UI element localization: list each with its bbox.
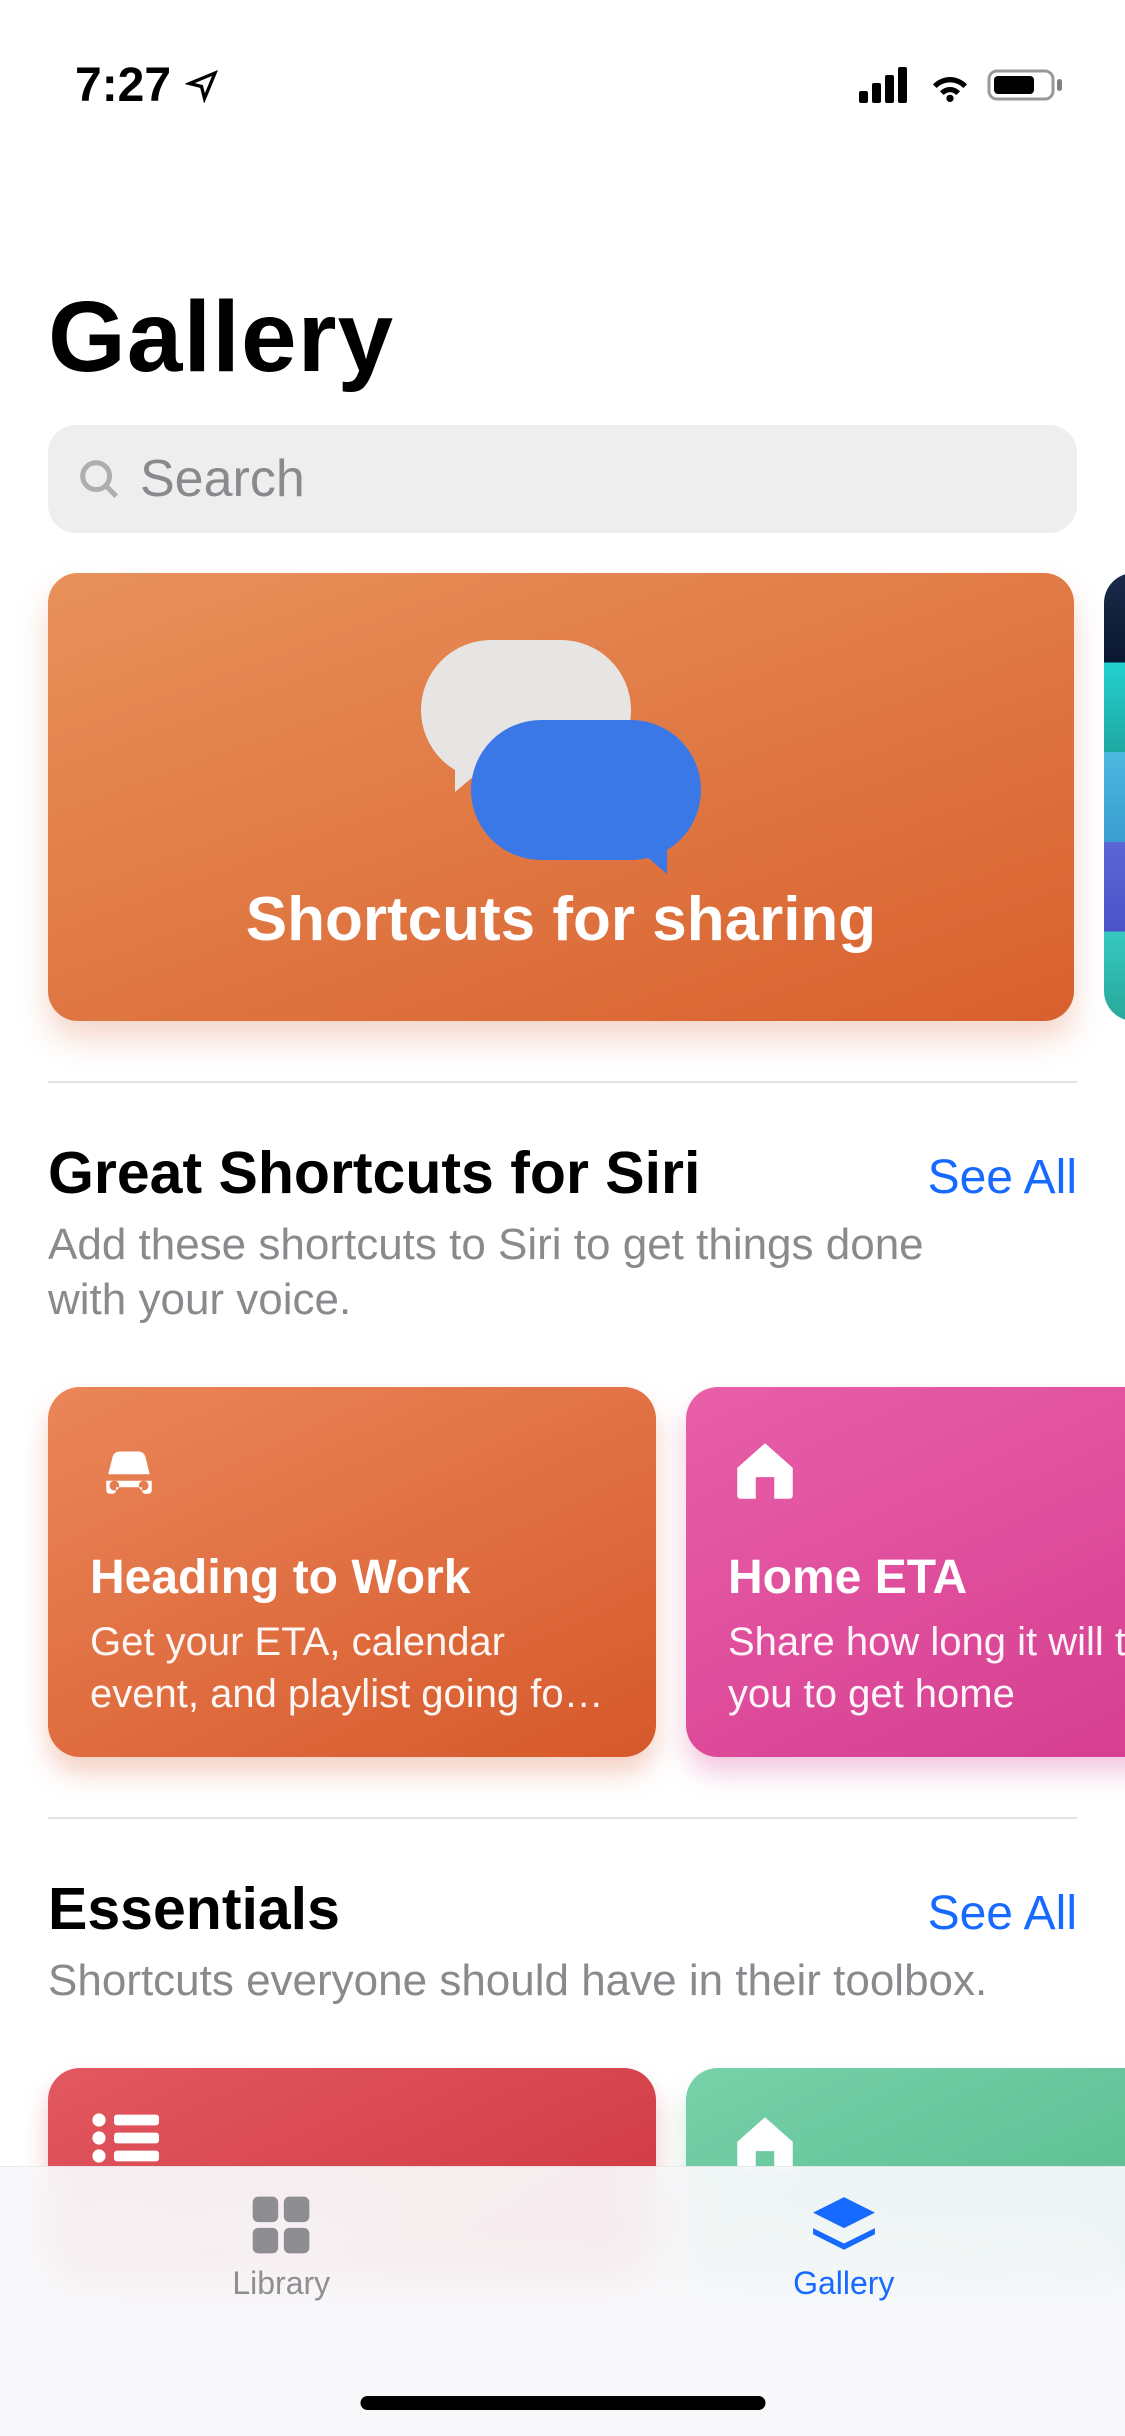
- library-grid-icon: [247, 2191, 315, 2259]
- section-subtitle: Add these shortcuts to Siri to get thing…: [48, 1217, 998, 1327]
- home-indicator[interactable]: [360, 2396, 765, 2410]
- location-arrow-icon: [185, 67, 221, 103]
- wifi-icon: [925, 67, 975, 103]
- search-field[interactable]: [48, 425, 1077, 533]
- list-icon: [90, 2108, 614, 2168]
- cellular-icon: [859, 67, 913, 103]
- search-input[interactable]: [140, 449, 1049, 509]
- tab-label: Gallery: [793, 2265, 894, 2302]
- see-all-link[interactable]: See All: [928, 1150, 1077, 1205]
- status-indicators: [859, 67, 1065, 103]
- shortcut-card-heading-to-work[interactable]: Heading to Work Get your ETA, calendar e…: [48, 1387, 656, 1757]
- shortcut-card-home-eta[interactable]: Home ETA Share how long it will take you…: [686, 1387, 1125, 1757]
- status-time: 7:27: [75, 58, 221, 113]
- page-title: Gallery: [0, 130, 1125, 425]
- see-all-link[interactable]: See All: [928, 1886, 1077, 1941]
- battery-icon: [987, 67, 1065, 103]
- section-title: Essentials: [48, 1875, 340, 1943]
- gallery-stack-icon: [806, 2191, 882, 2259]
- section-subtitle: Shortcuts everyone should have in their …: [48, 1953, 998, 2008]
- search-icon: [76, 456, 122, 502]
- hero-carousel[interactable]: Shortcuts for sharing: [0, 573, 1125, 1021]
- section-siri: Great Shortcuts for Siri See All Add the…: [0, 1083, 1125, 1757]
- car-icon: [90, 1427, 614, 1514]
- shortcut-title: Home ETA: [728, 1550, 1125, 1605]
- shortcut-desc: Get your ETA, calendar event, and playli…: [90, 1617, 614, 1717]
- shortcut-desc: Share how long it will take you to get h…: [728, 1617, 1125, 1717]
- hero-card-next[interactable]: [1104, 573, 1125, 1021]
- siri-card-strip[interactable]: Heading to Work Get your ETA, calendar e…: [48, 1387, 1077, 1757]
- hero-title: Shortcuts for sharing: [246, 884, 876, 955]
- home-icon: [728, 1427, 1125, 1514]
- hero-card-sharing[interactable]: Shortcuts for sharing: [48, 573, 1074, 1021]
- status-bar: 7:27: [0, 0, 1125, 130]
- time-text: 7:27: [75, 58, 171, 113]
- search-container: [0, 425, 1125, 573]
- chat-bubbles-icon: [421, 640, 701, 860]
- tab-label: Library: [232, 2265, 330, 2302]
- section-title: Great Shortcuts for Siri: [48, 1139, 700, 1207]
- shortcut-title: Heading to Work: [90, 1550, 614, 1605]
